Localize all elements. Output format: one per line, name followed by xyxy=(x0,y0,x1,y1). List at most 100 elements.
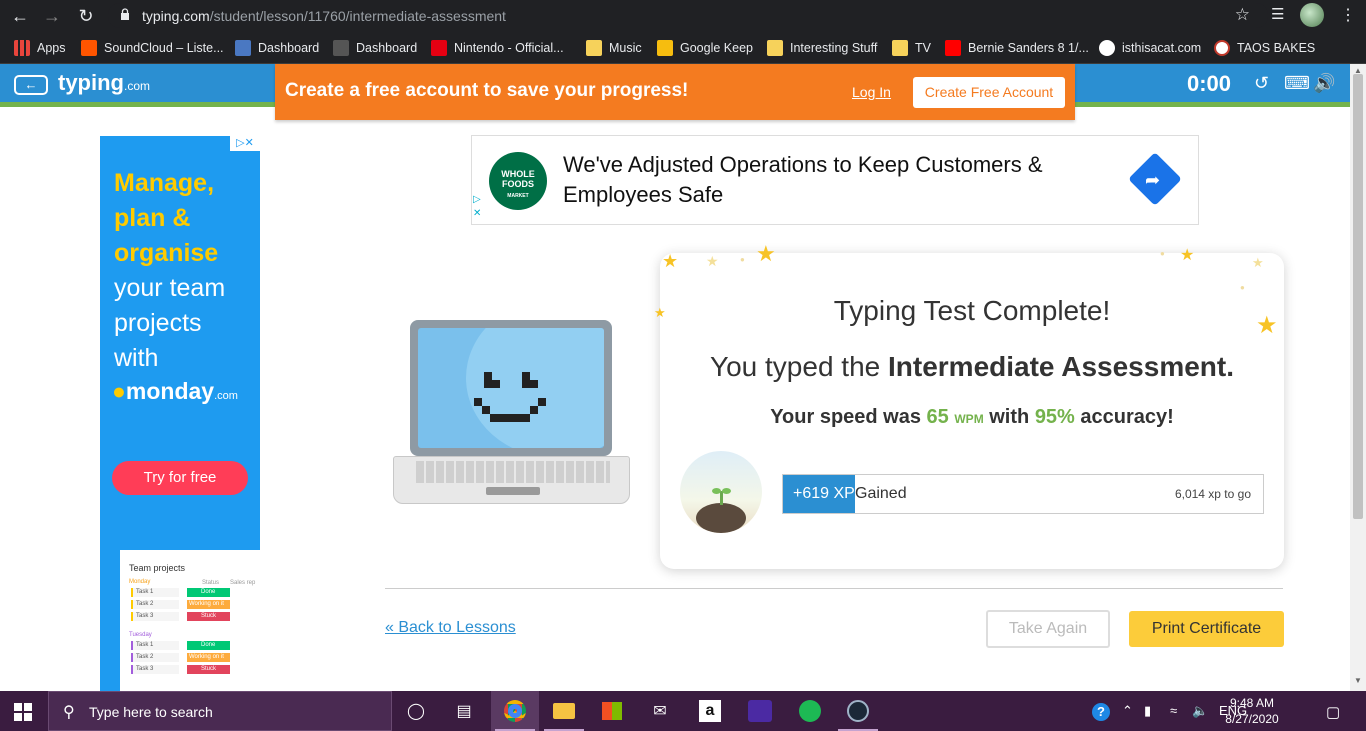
bookmark-dashboard-2[interactable]: Dashboard xyxy=(333,39,417,57)
monday-ad[interactable]: ▷✕ Manage, plan & organise your team pro… xyxy=(100,136,260,691)
bookmark-nintendo[interactable]: Nintendo - Official... xyxy=(431,39,564,57)
chevron-up-icon[interactable]: ⌃ xyxy=(1122,703,1133,719)
arrow-right-icon: ➦ xyxy=(1145,170,1161,190)
media-control-icon[interactable]: ☰ xyxy=(1271,5,1284,23)
login-link[interactable]: Log In xyxy=(852,84,891,100)
laptop-illustration xyxy=(410,320,612,456)
xp-level-sprout-icon xyxy=(680,451,762,533)
page-viewport: ← typing.com 0:00 ↺ ⌨ 🔊 Create a free ac… xyxy=(0,64,1350,691)
url-text: typing.com/student/lesson/11760/intermed… xyxy=(142,8,506,24)
taos-icon xyxy=(1214,40,1230,56)
signup-banner: Create a free account to save your progr… xyxy=(275,64,1075,120)
star-icon: ★ xyxy=(706,253,719,269)
lock-icon xyxy=(121,8,129,20)
steam-icon[interactable] xyxy=(834,691,882,731)
result-title: Typing Test Complete! xyxy=(833,295,1111,326)
xp-gained-badge: +619 XP xyxy=(793,485,855,502)
file-explorer-icon[interactable] xyxy=(540,691,588,731)
menu-kebab-icon[interactable]: ⋮ xyxy=(1340,5,1356,25)
site-logo[interactable]: typing.com xyxy=(58,70,150,96)
apps-grid-icon xyxy=(14,40,30,56)
ad-headline: Manage, plan & organise your team projec… xyxy=(114,169,226,372)
windows-start-icon[interactable] xyxy=(14,703,32,721)
bookmark-isthisacat[interactable]: isthisacat.com xyxy=(1099,39,1201,57)
result-speed-line: Your speed was 65 WPM with 95% accuracy! xyxy=(770,406,1174,428)
bookmark-taos-bakes[interactable]: TAOS BAKES xyxy=(1214,39,1315,57)
bookmark-tv[interactable]: TV xyxy=(892,39,931,57)
try-for-free-button[interactable]: Try for free xyxy=(112,461,248,495)
xp-gained-label: Gained xyxy=(855,485,907,502)
notifications-icon[interactable]: ▢ xyxy=(1326,703,1340,721)
bookmark-dashboard-1[interactable]: Dashboard xyxy=(235,39,319,57)
cortana-icon[interactable]: ◯ xyxy=(392,691,440,731)
spotify-icon[interactable] xyxy=(786,691,834,731)
wifi-icon[interactable]: ≈ xyxy=(1170,703,1177,718)
soundcloud-icon xyxy=(81,40,97,56)
xp-to-go: 6,014 xp to go xyxy=(1174,487,1251,501)
bookmark-interesting-stuff[interactable]: Interesting Stuff xyxy=(767,39,877,57)
folder-icon xyxy=(767,40,783,56)
adchoices-icon[interactable]: ▷ xyxy=(473,194,481,205)
take-again-button[interactable]: Take Again xyxy=(986,610,1110,648)
ad-close-icon[interactable]: ▷✕ xyxy=(230,136,260,151)
globe-icon xyxy=(1099,40,1115,56)
back-arrow-icon[interactable]: ← xyxy=(8,4,32,28)
mail-icon[interactable]: ✉ xyxy=(636,691,684,731)
forward-arrow-icon[interactable]: → xyxy=(40,4,64,28)
banner-message: Create a free account to save your progr… xyxy=(285,80,689,101)
battery-icon[interactable]: ▮ xyxy=(1144,703,1151,719)
help-icon[interactable]: ? xyxy=(1092,703,1110,721)
keyboard-off-icon[interactable]: ⌨ xyxy=(1284,73,1310,94)
star-icon: ★ xyxy=(1252,255,1264,270)
dashboard-hat-icon xyxy=(333,40,349,56)
folder-icon xyxy=(586,40,602,56)
microsoft-store-icon[interactable] xyxy=(588,691,636,731)
taskbar-clock[interactable]: 9:48 AM 8/27/2020 xyxy=(1224,695,1280,727)
amazon-icon[interactable]: a xyxy=(686,691,734,731)
chrome-taskbar-icon[interactable] xyxy=(491,691,539,731)
bookmark-bernie[interactable]: Bernie Sanders 8 1/... xyxy=(945,39,1089,57)
amazon-music-icon[interactable] xyxy=(736,691,784,731)
header-back-button[interactable]: ← xyxy=(14,75,48,95)
profile-avatar[interactable] xyxy=(1300,3,1324,27)
browser-toolbar: ← → ↻ typing.com/student/lesson/11760/in… xyxy=(0,0,1366,31)
back-to-lessons-link[interactable]: « Back to Lessons xyxy=(385,619,516,637)
create-account-button[interactable]: Create Free Account xyxy=(913,77,1065,108)
bookmark-apps[interactable]: Apps xyxy=(14,39,66,57)
laptop-base xyxy=(393,456,630,504)
mario-icon xyxy=(431,40,447,56)
taskbar-search-input[interactable]: ⚲ Type here to search xyxy=(48,691,392,731)
task-view-icon[interactable]: ▤ xyxy=(440,691,488,731)
bookmark-star-icon[interactable]: ☆ xyxy=(1235,5,1250,25)
whole-foods-ad[interactable]: WHOLE FOODS MARKET We've Adjusted Operatio… xyxy=(471,135,1199,225)
sound-icon[interactable]: 🔊 xyxy=(1313,73,1335,94)
windows-taskbar: ⚲ Type here to search ◯ ▤ ✉ a ? ⌃ ▮ ≈ 🔈 … xyxy=(0,691,1366,731)
dashboard-icon xyxy=(235,40,251,56)
accuracy-value: 95% xyxy=(1034,406,1075,428)
youtube-icon xyxy=(945,40,961,56)
ad-headline: We've Adjusted Operations to Keep Custom… xyxy=(563,152,1043,207)
divider xyxy=(385,588,1283,589)
star-icon: ★ xyxy=(662,251,679,271)
monday-logo: ●monday.com xyxy=(112,378,238,404)
bookmark-google-keep[interactable]: Google Keep xyxy=(657,39,753,57)
scroll-thumb[interactable] xyxy=(1353,74,1363,519)
history-icon[interactable]: ↺ xyxy=(1254,73,1269,94)
google-keep-icon xyxy=(657,40,673,56)
star-icon: ★ xyxy=(756,241,776,266)
address-bar[interactable]: typing.com/student/lesson/11760/intermed… xyxy=(108,3,1268,28)
bookmark-music[interactable]: Music xyxy=(586,39,642,57)
ad-close-icon[interactable]: ✕ xyxy=(473,208,481,219)
star-icon: ★ xyxy=(1180,247,1195,264)
search-icon: ⚲ xyxy=(63,704,75,721)
folder-icon xyxy=(892,40,908,56)
whole-foods-logo: WHOLE FOODS MARKET xyxy=(489,152,547,210)
wpm-value: 65 xyxy=(926,406,949,428)
reload-icon[interactable]: ↻ xyxy=(74,4,98,28)
timer: 0:00 xyxy=(1187,71,1232,96)
bookmark-soundcloud[interactable]: SoundCloud – Liste... xyxy=(81,39,224,57)
volume-icon[interactable]: 🔈 xyxy=(1192,703,1208,719)
page-scrollbar[interactable]: ▲ ▼ xyxy=(1350,64,1366,691)
result-card: ★ ★ ★ ★ ★ ★ ★ ● ● ● Typing Test Complete… xyxy=(654,241,1284,569)
print-certificate-button[interactable]: Print Certificate xyxy=(1129,611,1284,647)
